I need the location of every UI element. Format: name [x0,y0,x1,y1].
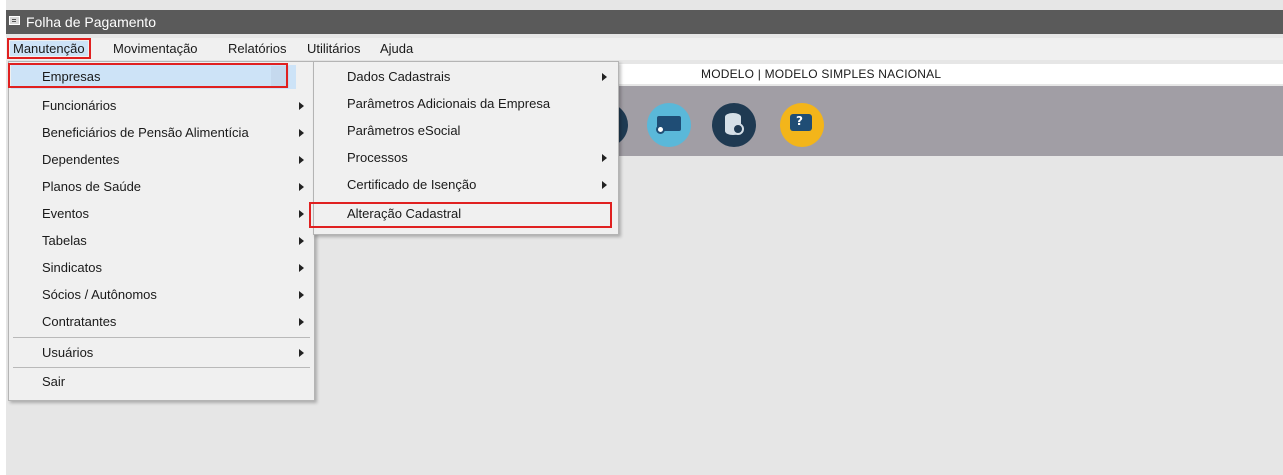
menu-bar: Manutenção Movimentação Relatórios Utili… [6,38,1283,60]
menu-item-tabelas[interactable]: Tabelas [9,229,312,253]
chevron-right-icon [299,237,304,245]
app-icon [9,16,20,25]
chevron-right-icon [602,73,607,81]
app-window: Folha de Pagamento Manutenção Movimentaç… [6,0,1283,475]
window-title: Folha de Pagamento [26,14,156,30]
database-icon[interactable] [712,103,756,147]
menu-ajuda[interactable]: Ajuda [377,41,416,56]
menu-item-empresas[interactable]: Empresas [11,65,296,89]
empresas-submenu: Dados Cadastrais Parâmetros Adicionais d… [313,61,619,235]
chevron-right-icon [299,318,304,326]
menu-manutencao[interactable]: Manutenção [7,38,91,59]
menu-item-sindicatos[interactable]: Sindicatos [9,256,312,280]
menu-separator [13,367,310,368]
menu-utilitarios[interactable]: Utilitários [304,41,363,56]
menu-separator [13,337,310,338]
submenu-open-indicator [271,66,289,88]
submenu-item-dados-cadastrais[interactable]: Dados Cadastrais [314,65,616,89]
submenu-item-alteracao-cadastral[interactable]: Alteração Cadastral [314,202,616,226]
menu-item-beneficiarios[interactable]: Beneficiários de Pensão Alimentícia [9,121,312,145]
title-bar: Folha de Pagamento [6,10,1283,34]
chevron-right-icon [602,181,607,189]
menu-item-eventos[interactable]: Eventos [9,202,312,226]
chevron-right-icon [299,102,304,110]
company-name: MODELO | MODELO SIMPLES NACIONAL [701,67,942,81]
chevron-right-icon [299,156,304,164]
submenu-item-parametros-esocial[interactable]: Parâmetros eSocial [314,119,616,143]
chevron-right-icon [299,210,304,218]
chevron-right-icon [299,264,304,272]
menu-item-planos-de-saude[interactable]: Planos de Saúde [9,175,312,199]
menu-item-usuarios[interactable]: Usuários [9,341,312,365]
chevron-right-icon [299,183,304,191]
menu-item-dependentes[interactable]: Dependentes [9,148,312,172]
menu-item-socios-autonomos[interactable]: Sócios / Autônomos [9,283,312,307]
menu-item-funcionarios[interactable]: Funcionários [9,94,312,118]
chevron-right-icon [602,154,607,162]
help-chat-icon[interactable]: ? [780,103,824,147]
submenu-item-certificado-isencao[interactable]: Certificado de Isenção [314,173,616,197]
menu-item-contratantes[interactable]: Contratantes [9,310,312,334]
chevron-right-icon [299,291,304,299]
menu-item-sair[interactable]: Sair [9,370,312,394]
menu-movimentacao[interactable]: Movimentação [110,41,201,56]
menu-relatorios[interactable]: Relatórios [225,41,290,56]
chevron-right-icon [299,129,304,137]
manutencao-dropdown: Empresas Funcionários Beneficiários de P… [8,61,315,401]
monitor-icon[interactable] [647,103,691,147]
chevron-right-icon [299,349,304,357]
submenu-item-parametros-adicionais[interactable]: Parâmetros Adicionais da Empresa [314,92,616,116]
submenu-item-processos[interactable]: Processos [314,146,616,170]
